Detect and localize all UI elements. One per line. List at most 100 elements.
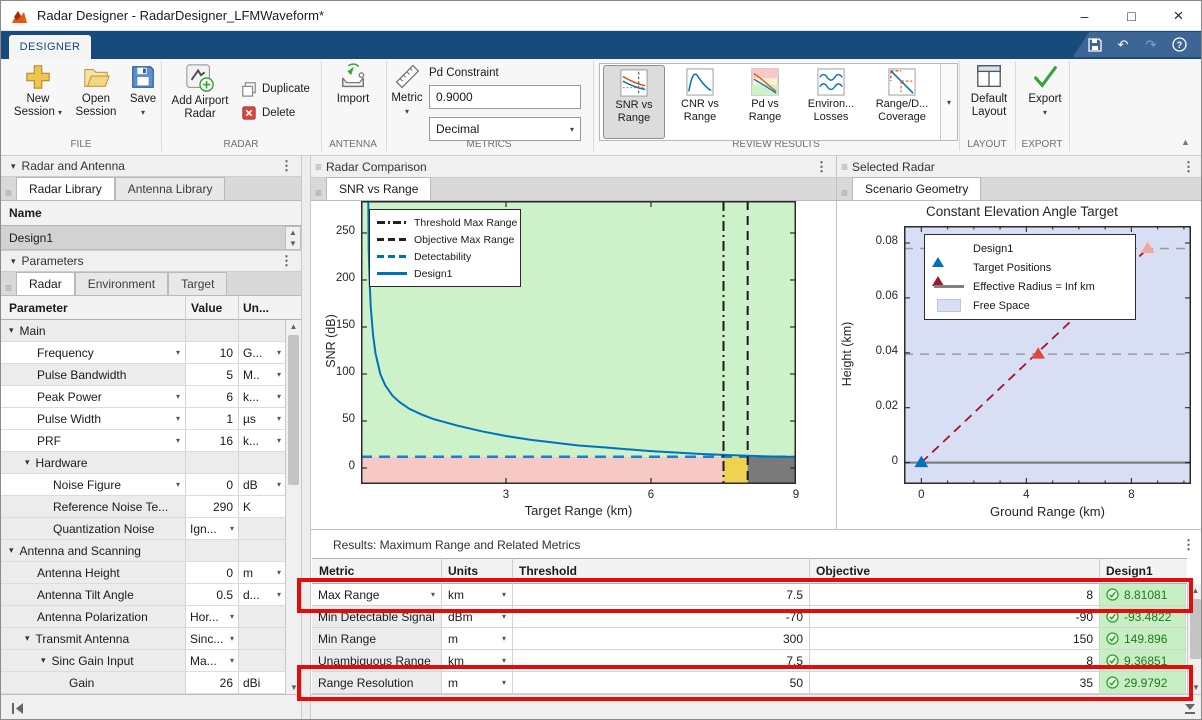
param-value-cell[interactable] bbox=[186, 452, 239, 473]
spinner-up-icon[interactable]: ▲ bbox=[286, 227, 300, 238]
panel-menu-icon[interactable]: ⋮ bbox=[1174, 159, 1202, 175]
gallery-item-pd-vs-range[interactable]: Pd vs Range bbox=[734, 65, 796, 139]
param-unit-cell[interactable]: k...▾ bbox=[239, 430, 285, 451]
param-row[interactable]: ▾Antenna and Scanning bbox=[1, 540, 285, 562]
param-value-cell[interactable]: 1 bbox=[186, 408, 239, 429]
geometry-plot-area[interactable]: 04800.020.040.060.08 Design1 Target Posi… bbox=[904, 226, 1191, 484]
panel-grip-icon[interactable]: ≡ bbox=[837, 186, 852, 200]
param-unit-cell[interactable]: dBi bbox=[239, 672, 285, 693]
threshold-cell[interactable]: 7.5 bbox=[513, 650, 810, 671]
param-unit-cell[interactable]: G...▾ bbox=[239, 342, 285, 363]
results-header[interactable]: Results: Maximum Range and Related Metri… bbox=[311, 531, 1202, 558]
gallery-dropdown-button[interactable]: ▾ bbox=[941, 63, 958, 141]
param-value-cell[interactable]: 5 bbox=[186, 364, 239, 385]
param-name-cell[interactable]: Gain bbox=[1, 672, 186, 693]
units-cell[interactable]: m▾ bbox=[442, 628, 513, 649]
collapse-triangle-icon[interactable]: ▾ bbox=[11, 161, 16, 172]
param-value-cell[interactable]: Ma...▾ bbox=[186, 650, 239, 671]
undo-icon[interactable]: ↶ bbox=[1115, 37, 1131, 53]
scroll-to-bottom-icon[interactable] bbox=[1183, 702, 1197, 716]
units-cell[interactable]: dBm▾ bbox=[442, 606, 513, 627]
panel-menu-icon[interactable]: ⋮ bbox=[272, 253, 301, 269]
param-value-cell[interactable]: Hor...▾ bbox=[186, 606, 239, 627]
scroll-up-icon[interactable]: ▲ bbox=[1188, 584, 1202, 597]
panel-splitter[interactable] bbox=[301, 156, 311, 720]
param-row[interactable]: Frequency▾10G...▾ bbox=[1, 342, 285, 364]
results-row[interactable]: Unambiguous Rangekm▾7.589.36851 bbox=[312, 650, 1187, 672]
panel-menu-icon[interactable]: ⋮ bbox=[272, 158, 301, 174]
param-name-cell[interactable]: ▾Main bbox=[1, 320, 186, 341]
param-value-cell[interactable]: 0 bbox=[186, 562, 239, 583]
param-value-cell[interactable]: 290 bbox=[186, 496, 239, 517]
scrollbar-thumb[interactable] bbox=[1190, 599, 1201, 659]
metric-cell[interactable]: Min Detectable Signal bbox=[312, 606, 442, 627]
param-name-cell[interactable]: Antenna Height bbox=[1, 562, 186, 583]
tab-param-environment[interactable]: Environment bbox=[75, 272, 168, 295]
gallery-item-range-doppler-coverage[interactable]: Range/D... Coverage bbox=[866, 65, 938, 139]
param-unit-cell[interactable] bbox=[239, 606, 285, 627]
scroll-up-icon[interactable]: ▲ bbox=[286, 320, 301, 333]
parameters-panel-header[interactable]: ▾ Parameters ⋮ bbox=[1, 250, 301, 272]
threshold-cell[interactable]: -70 bbox=[513, 606, 810, 627]
metric-cell[interactable]: Min Range bbox=[312, 628, 442, 649]
panel-menu-icon[interactable]: ⋮ bbox=[1174, 537, 1202, 553]
results-row[interactable]: Max Range▾km▾7.588.81081 bbox=[312, 584, 1187, 606]
param-row[interactable]: Pulse Bandwidth5M..▾ bbox=[1, 364, 285, 386]
param-name-cell[interactable]: ▾Hardware bbox=[1, 452, 186, 473]
collapse-triangle-icon[interactable]: ▾ bbox=[11, 256, 16, 267]
gallery-item-snr-vs-range[interactable]: SNR vs Range bbox=[603, 65, 665, 139]
quick-save-icon[interactable] bbox=[1087, 37, 1103, 53]
snr-plot-area[interactable]: 369050100150200250 Threshold Max Range O… bbox=[361, 201, 796, 484]
param-value-cell[interactable]: 0 bbox=[186, 474, 239, 495]
metric-button[interactable]: Metric▾ bbox=[389, 63, 425, 118]
param-value-cell[interactable]: Sinc...▾ bbox=[186, 628, 239, 649]
objective-cell[interactable]: 35 bbox=[810, 672, 1100, 693]
param-name-cell[interactable]: ▾Sinc Gain Input bbox=[1, 650, 186, 671]
param-value-cell[interactable] bbox=[186, 320, 239, 341]
param-row[interactable]: Noise Figure▾0dB▾ bbox=[1, 474, 285, 496]
panel-grip-icon[interactable]: ≡ bbox=[311, 160, 326, 174]
param-unit-cell[interactable] bbox=[239, 628, 285, 649]
param-name-cell[interactable]: Pulse Bandwidth bbox=[1, 364, 186, 385]
objective-cell[interactable]: 150 bbox=[810, 628, 1100, 649]
param-name-cell[interactable]: PRF▾ bbox=[1, 430, 186, 451]
close-button[interactable]: × bbox=[1155, 1, 1202, 31]
delete-button[interactable]: Delete bbox=[241, 105, 295, 121]
open-session-button[interactable]: Open Session bbox=[67, 63, 125, 119]
param-unit-cell[interactable]: m▾ bbox=[239, 562, 285, 583]
panel-grip-icon[interactable]: ≡ bbox=[311, 186, 326, 200]
param-table-scrollbar[interactable]: ▲ ▼ bbox=[285, 320, 301, 694]
param-row[interactable]: ▾Sinc Gain InputMa...▾ bbox=[1, 650, 285, 672]
results-row[interactable]: Range Resolutionm▾503529.9792 bbox=[312, 672, 1187, 694]
collapse-ribbon-icon[interactable]: ▲ bbox=[1181, 137, 1190, 147]
param-unit-cell[interactable] bbox=[239, 452, 285, 473]
tab-scenario-geometry[interactable]: Scenario Geometry bbox=[852, 177, 981, 200]
param-row[interactable]: Quantization NoiseIgn...▾ bbox=[1, 518, 285, 540]
param-value-cell[interactable]: Ign...▾ bbox=[186, 518, 239, 539]
param-row[interactable]: ▾Main bbox=[1, 320, 285, 342]
param-name-cell[interactable]: Noise Figure▾ bbox=[1, 474, 186, 495]
results-row[interactable]: Min Rangem▾300150149.896 bbox=[312, 628, 1187, 650]
tab-designer[interactable]: DESIGNER bbox=[9, 35, 91, 59]
param-unit-cell[interactable]: d...▾ bbox=[239, 584, 285, 605]
param-row[interactable]: Antenna PolarizationHor...▾ bbox=[1, 606, 285, 628]
metric-cell[interactable]: Unambiguous Range bbox=[312, 650, 442, 671]
param-unit-cell[interactable]: dB▾ bbox=[239, 474, 285, 495]
param-unit-cell[interactable] bbox=[239, 518, 285, 539]
units-cell[interactable]: km▾ bbox=[442, 650, 513, 671]
objective-cell[interactable]: 8 bbox=[810, 650, 1100, 671]
tab-snr-vs-range[interactable]: SNR vs Range bbox=[326, 177, 431, 200]
param-value-cell[interactable]: 6 bbox=[186, 386, 239, 407]
param-unit-cell[interactable]: k...▾ bbox=[239, 386, 285, 407]
param-name-cell[interactable]: Frequency▾ bbox=[1, 342, 186, 363]
panel-grip-icon[interactable]: ≡ bbox=[837, 160, 852, 174]
gallery-item-cnr-vs-range[interactable]: CNR vs Range bbox=[668, 65, 732, 139]
units-cell[interactable]: km▾ bbox=[442, 584, 513, 605]
scroll-down-icon[interactable]: ▼ bbox=[1188, 681, 1202, 694]
param-name-cell[interactable]: ▾Transmit Antenna bbox=[1, 628, 186, 649]
tab-param-radar[interactable]: Radar bbox=[16, 272, 75, 295]
param-row[interactable]: Pulse Width▾1µs▾ bbox=[1, 408, 285, 430]
metric-cell[interactable]: Range Resolution bbox=[312, 672, 442, 693]
param-unit-cell[interactable]: µs▾ bbox=[239, 408, 285, 429]
scrollbar-thumb[interactable] bbox=[288, 335, 299, 485]
